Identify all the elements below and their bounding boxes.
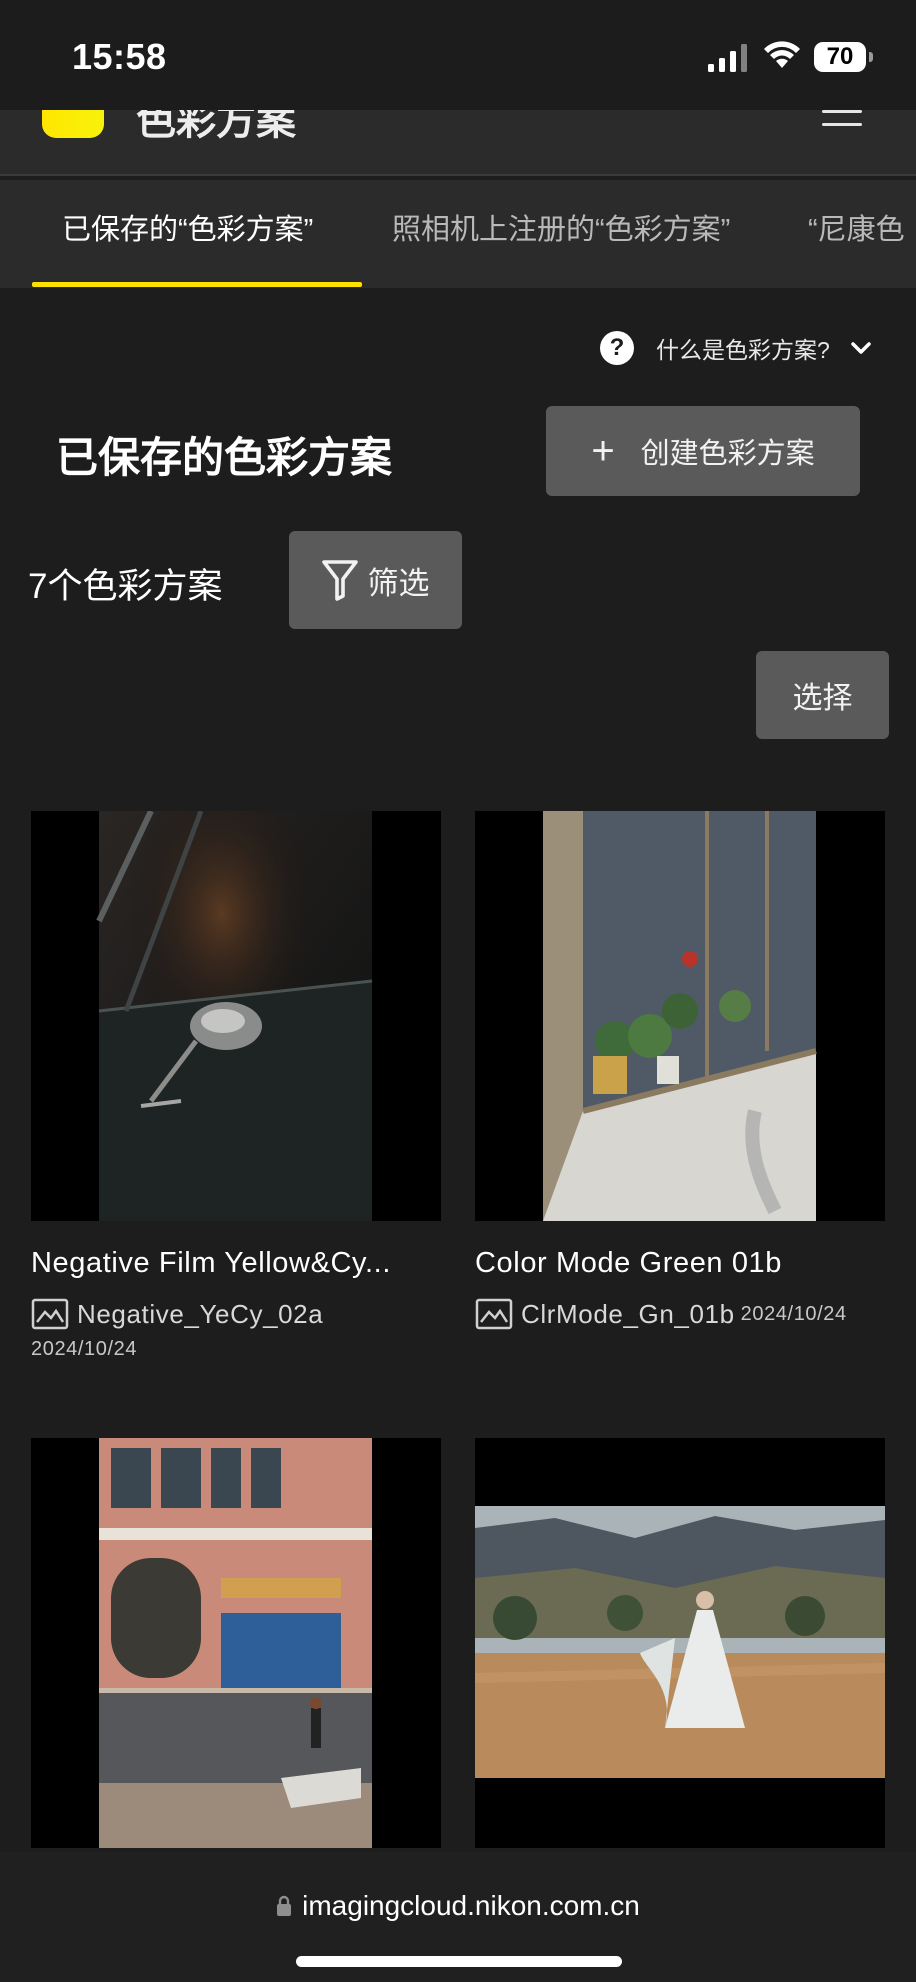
cellular-signal-icon (708, 44, 747, 72)
picture-control-icon (475, 1298, 513, 1330)
recipe-date: 2024/10/24 (740, 1302, 847, 1325)
recipe-date: 2024/10/24 (31, 1338, 138, 1360)
recipe-card[interactable]: Color Mode Green 01b ClrMode_Gn_01b 2024… (475, 811, 885, 1330)
street-building-photo (99, 1438, 372, 1848)
car-mirror-photo (96, 811, 373, 1221)
battery-icon: 70 (814, 42, 866, 72)
chevron-down-icon (851, 342, 871, 354)
question-icon: ? (600, 331, 634, 365)
page-title: 已保存的色彩方案 (56, 434, 393, 481)
create-recipe-button[interactable]: + 创建色彩方案 (546, 406, 860, 496)
header-title: 色彩方案 (136, 110, 296, 143)
url-text: imagingcloud.nikon.com.cn (302, 1890, 640, 1921)
recipe-thumbnail-car[interactable] (31, 811, 441, 1221)
hamburger-menu-icon[interactable] (822, 110, 862, 130)
bride-field-photo (475, 1506, 885, 1778)
status-bar: 15:58 70 (0, 0, 916, 110)
recipe-thumbnail-street[interactable] (31, 1438, 441, 1848)
help-label: 什么是色彩方案? (656, 337, 830, 363)
battery-nub (869, 52, 873, 62)
filter-button[interactable]: 筛选 (289, 531, 462, 629)
recipe-meta: ClrMode_Gn_01b 2024/10/24 (475, 1298, 885, 1330)
recipe-card[interactable]: Negative Film Yellow&Cy... Negative_YeCy… (31, 811, 441, 1361)
recipe-card[interactable] (475, 1438, 885, 1848)
recipe-title[interactable]: Color Mode Green 01b (475, 1247, 885, 1280)
recipe-code: Negative_YeCy_02a (77, 1298, 324, 1329)
window-plants-photo (543, 811, 817, 1221)
status-time: 15:58 (72, 36, 167, 77)
recipe-card[interactable] (31, 1438, 441, 1848)
nikon-logo[interactable] (42, 110, 104, 138)
create-recipe-label: 创建色彩方案 (640, 438, 815, 470)
browser-url-bar[interactable]: imagingcloud.nikon.com.cn (0, 1852, 916, 1982)
recipe-meta: Negative_YeCy_02a 2024/10/24 (31, 1298, 441, 1361)
tab-camera-registered[interactable]: 照相机上注册的“色彩方案” (392, 206, 730, 248)
recipe-code: ClrMode_Gn_01b (521, 1298, 735, 1329)
lock-icon (277, 1895, 292, 1916)
wifi-icon (764, 41, 800, 68)
home-indicator[interactable] (296, 1956, 622, 1967)
select-button[interactable]: 选择 (756, 651, 889, 739)
plus-icon: + (591, 429, 615, 473)
recipe-thumbnail-field[interactable] (475, 1438, 885, 1848)
tab-saved-recipes[interactable]: 已保存的“色彩方案” (62, 206, 313, 248)
help-toggle[interactable]: ? 什么是色彩方案? (600, 328, 872, 368)
url-display[interactable]: imagingcloud.nikon.com.cn (0, 1890, 916, 1922)
tab-nikon-recipes[interactable]: “尼康色 (808, 206, 905, 248)
recipe-title[interactable]: Negative Film Yellow&Cy... (31, 1247, 441, 1280)
filter-label: 筛选 (367, 565, 430, 601)
recipe-count: 7个色彩方案 (28, 567, 223, 606)
top-nav: 色彩方案 (0, 110, 916, 176)
picture-control-icon (31, 1298, 69, 1330)
tab-bar: 已保存的“色彩方案” 照相机上注册的“色彩方案” “尼康色 (0, 180, 916, 288)
active-tab-indicator (32, 282, 362, 287)
filter-funnel-icon (321, 560, 358, 601)
recipe-thumbnail-window[interactable] (475, 811, 885, 1221)
